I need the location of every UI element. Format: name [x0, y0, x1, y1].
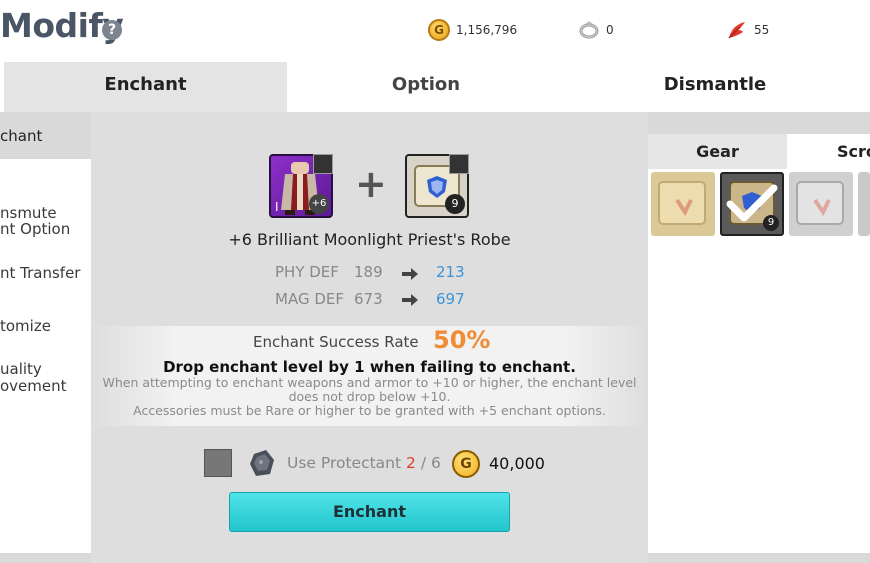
slot-count-badge: 9 [763, 215, 779, 231]
enchant-notes: When attempting to enchant weapons and a… [91, 376, 648, 418]
success-rate-value: 50% [433, 326, 491, 354]
sidebar-item-quality-line1[interactable]: uality [0, 361, 42, 377]
feather-amount: 55 [754, 23, 770, 37]
protectant-max: 6 [430, 454, 441, 472]
sidebar: chant nsmute nt Option nt Transfer tomiz… [0, 113, 91, 553]
protectant-current: 2 [406, 454, 416, 472]
stat-phy-label: PHY DEF [275, 263, 339, 281]
protectant-checkbox[interactable] [204, 449, 232, 477]
protectant-ore-icon [250, 450, 274, 476]
success-rate-label: Enchant Success Rate [253, 333, 419, 351]
tab-enchant[interactable]: Enchant [4, 62, 287, 112]
scroll-icon [658, 181, 706, 225]
arrow-right-icon [402, 268, 418, 280]
scroll-count-badge: 9 [445, 194, 465, 214]
robe-level-badge: +6 [309, 194, 329, 214]
scroll-slot[interactable] [858, 172, 870, 236]
stat-phy-next: 213 [436, 263, 465, 281]
fail-description: Drop enchant level by 1 when failing to … [163, 358, 576, 376]
protectant-label: Use Protectant [287, 454, 402, 472]
tab-gear[interactable]: Gear [648, 134, 787, 169]
protectant-info: Use Protectant 2 / 6 [287, 454, 441, 472]
scroll-item-slot[interactable]: 9 [405, 154, 469, 218]
sidebar-item-transmute-line1[interactable]: nsmute [0, 205, 57, 221]
stat-phy-current: 189 [354, 263, 383, 281]
enchant-button[interactable]: Enchant [229, 492, 510, 532]
success-rate-panel: Enchant Success Rate 50% Drop enchant le… [91, 326, 648, 426]
enchant-cost: 40,000 [489, 454, 545, 473]
stat-mag-next: 697 [436, 290, 465, 308]
tab-dismantle[interactable]: Dismantle [565, 62, 865, 112]
robe-item-slot[interactable]: I +6 [269, 154, 333, 218]
enchant-panel: I +6 + 9 +6 Brilliant Moonlight Priest's… [91, 112, 648, 563]
protectant-separator: / [415, 454, 431, 472]
tab-option[interactable]: Option [287, 62, 565, 112]
arrow-right-icon [402, 294, 418, 306]
modify-tabs: Enchant Option Dismantle [0, 62, 870, 112]
robe-grade: I [275, 200, 279, 214]
plus-icon: + [355, 162, 387, 206]
note-line-3: Accessories must be Rare or higher to be… [133, 403, 606, 418]
gold-currency: G 1,156,796 [428, 17, 517, 43]
gold-coin-icon: G [452, 450, 480, 478]
robe-type-badge [313, 154, 333, 174]
note-line-2: does not drop below +10. [288, 389, 451, 404]
gold-amount: 1,156,796 [456, 23, 518, 37]
ring-amount: 0 [606, 23, 614, 37]
scroll-slot[interactable] [789, 172, 853, 236]
material-panel: Gear Scro 9 [648, 134, 870, 553]
scroll-slot[interactable] [651, 172, 715, 236]
scroll-type-badge [449, 154, 469, 174]
note-line-1: When attempting to enchant weapons and a… [102, 375, 637, 390]
ring-icon [579, 21, 599, 39]
top-bar: Modify ? G 1,156,796 0 55 [0, 0, 870, 62]
help-icon[interactable]: ? [102, 20, 122, 40]
sidebar-item-quality-line2[interactable]: ovement [0, 378, 67, 394]
ring-currency: 0 [578, 17, 614, 43]
feather-currency: 55 [726, 17, 769, 43]
sidebar-item-enchant-transfer[interactable]: nt Transfer [0, 265, 80, 281]
sidebar-item-transmute-line2[interactable]: nt Option [0, 221, 70, 237]
item-name: +6 Brilliant Moonlight Priest's Robe [228, 230, 511, 249]
feather-icon [728, 22, 745, 39]
stat-mag-current: 673 [354, 290, 383, 308]
gold-coin-icon: G [428, 19, 450, 41]
sidebar-item-customize[interactable]: tomize [0, 318, 51, 334]
stat-mag-label: MAG DEF [275, 290, 344, 308]
sidebar-item-enchant[interactable]: chant [0, 113, 91, 159]
tab-scroll[interactable]: Scro [787, 134, 870, 169]
scroll-slot-selected[interactable]: 9 [720, 172, 784, 236]
scroll-icon [796, 181, 844, 225]
